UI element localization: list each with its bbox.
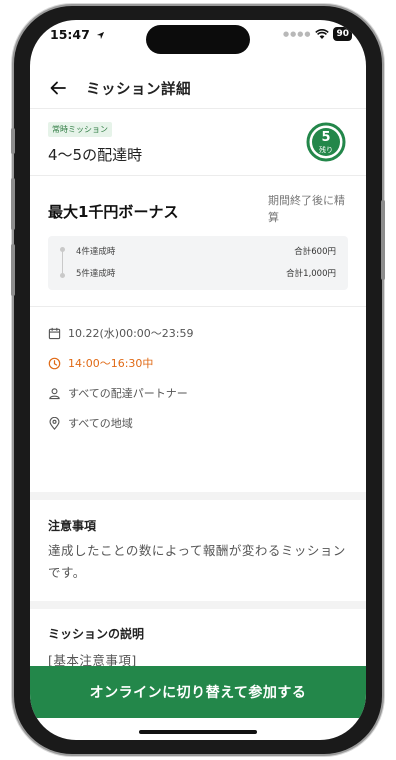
home-indicator[interactable]	[139, 730, 257, 734]
bonus-divider	[30, 306, 366, 307]
join-online-button[interactable]: オンラインに切り替えて参加する	[30, 666, 366, 718]
bonus-settlement-note: 期間終了後に精算	[268, 194, 345, 224]
phone-power-button	[381, 200, 385, 280]
phone-volume-up-button	[11, 178, 15, 230]
hours-text: 14:00〜16:30中	[68, 357, 154, 370]
notice-title: 注意事項	[48, 519, 97, 533]
signal-icon: ●●●●	[283, 30, 312, 38]
bonus-tier-box: 4件達成時 合計600円 5件達成時 合計1,000円	[48, 236, 348, 290]
date-row: 10.22(水)00:00〜23:59	[48, 325, 193, 341]
section-separator	[30, 492, 366, 500]
status-time: 15:47	[50, 27, 105, 42]
back-arrow-icon[interactable]	[48, 78, 68, 98]
notice-body: 達成したことの数によって報酬が変わるミッションです。	[48, 543, 346, 580]
page-header: ミッション詳細	[30, 66, 366, 110]
page-title: ミッション詳細	[86, 81, 191, 98]
wifi-icon	[315, 28, 330, 39]
tier-dot	[60, 273, 65, 278]
partners-row: すべての配達パートナー	[48, 385, 188, 401]
phone-action-button	[11, 128, 15, 154]
bonus-title: 最大1千円ボーナス	[48, 203, 179, 221]
clock-icon	[48, 357, 61, 369]
location-arrow-icon	[97, 31, 105, 40]
area-row: すべての地域	[48, 415, 133, 431]
mission-name: 4〜5の配達時	[48, 146, 143, 164]
tier-value: 合計600円	[294, 247, 336, 257]
tier-label: 5件達成時	[76, 269, 116, 279]
status-indicators: ●●●● 90	[283, 27, 352, 41]
partners-text: すべての配達パートナー	[68, 387, 188, 400]
remaining-count: 5	[321, 130, 331, 145]
tier-label: 4件達成時	[76, 247, 116, 257]
tier-dot	[60, 247, 65, 252]
section-separator	[30, 601, 366, 609]
tier-value: 合計1,000円	[286, 269, 336, 279]
calendar-icon	[48, 327, 61, 339]
remaining-label: 残り	[319, 146, 333, 154]
mission-divider	[30, 175, 366, 176]
mission-type-badge: 常時ミッション	[48, 122, 112, 137]
phone-volume-down-button	[11, 244, 15, 296]
header-divider	[30, 108, 366, 109]
hours-row: 14:00〜16:30中	[48, 355, 153, 371]
location-pin-icon	[49, 416, 60, 430]
status-bar: 15:47 ●●●● 90	[30, 20, 366, 54]
screen: 15:47 ●●●● 90 ミッション詳細 常時ミッション 4〜5の配達時 5	[30, 20, 366, 740]
date-text: 10.22(水)00:00〜23:59	[68, 327, 194, 340]
description-title: ミッションの説明	[48, 627, 145, 641]
area-text: すべての地域	[68, 417, 133, 430]
person-icon	[49, 387, 60, 399]
dynamic-island	[146, 25, 250, 54]
status-time-text: 15:47	[50, 27, 90, 42]
battery-indicator: 90	[333, 27, 352, 41]
